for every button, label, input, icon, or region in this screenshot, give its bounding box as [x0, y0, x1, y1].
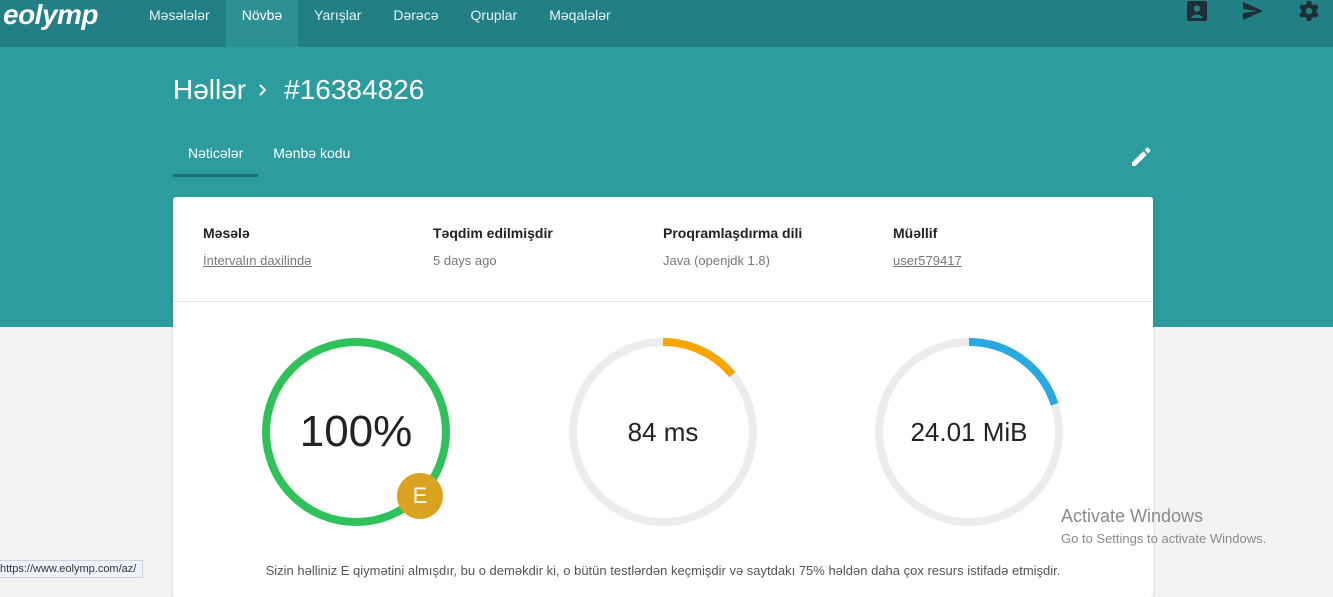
- tab-source-code[interactable]: Mənbə kodu: [258, 137, 365, 177]
- info-problem: Məsələ İntervalın daxilində: [203, 225, 423, 268]
- account-box-icon[interactable]: [1185, 0, 1209, 24]
- nav-item-groups[interactable]: Qruplar: [455, 0, 534, 47]
- memory-value: 24.01 MiB: [910, 416, 1028, 447]
- pencil-icon[interactable]: [1129, 145, 1153, 169]
- submission-tabs: Nəticələr Mənbə kodu: [173, 137, 365, 177]
- breadcrumb: Həllər #16384826: [173, 74, 424, 106]
- nav-item-ranking[interactable]: Dərəcə: [377, 0, 454, 47]
- info-author: Müəllif user579417: [893, 225, 1113, 268]
- tab-results[interactable]: Nəticələr: [173, 137, 259, 177]
- gear-icon[interactable]: [1297, 0, 1321, 24]
- info-language: Proqramlaşdırma dili Java (openjdk 1.8): [663, 225, 883, 268]
- author-link[interactable]: user579417: [893, 253, 1113, 268]
- submitted-time: 5 days ago: [433, 253, 497, 268]
- send-icon[interactable]: [1241, 0, 1265, 24]
- memory-gauge: 24.01 MiB: [871, 334, 1067, 530]
- submission-info: Məsələ İntervalın daxilində Təqdim edilm…: [173, 197, 1153, 302]
- info-submitted-label: Təqdim edilmişdir: [433, 225, 553, 241]
- info-language-label: Proqramlaşdırma dili: [663, 225, 803, 241]
- submission-card: Məsələ İntervalın daxilində Təqdim edilm…: [173, 197, 1153, 597]
- problem-link[interactable]: İntervalın daxilində: [203, 253, 423, 268]
- grade-badge: E: [397, 473, 443, 519]
- time-value: 84 ms: [627, 416, 699, 447]
- nav-item-contests[interactable]: Yarışlar: [298, 0, 377, 47]
- windows-activation-watermark: Activate Windows Go to Settings to activ…: [1061, 506, 1266, 546]
- top-navbar: eolymp Məsələlər Növbə Yarışlar Dərəcə Q…: [0, 0, 1333, 47]
- breadcrumb-current: #16384826: [284, 74, 425, 105]
- status-bar-url: https://www.eolymp.com/az/: [0, 560, 144, 578]
- info-submitted: Təqdim edilmişdir 5 days ago: [433, 225, 653, 268]
- nav-item-problems[interactable]: Məsələlər: [133, 0, 226, 47]
- nav-item-queue[interactable]: Növbə: [225, 0, 299, 47]
- site-logo[interactable]: eolymp: [0, 0, 133, 47]
- main-nav: Məsələlər Növbə Yarışlar Dərəcə Qruplar …: [133, 0, 627, 47]
- breadcrumb-parent[interactable]: Həllər: [173, 74, 246, 106]
- nav-item-articles[interactable]: Məqalələr: [533, 0, 626, 47]
- time-gauge: 84 ms: [565, 334, 761, 530]
- info-problem-label: Məsələ: [203, 225, 250, 241]
- language-value: Java (openjdk 1.8): [663, 253, 770, 268]
- chevron-right-icon: [259, 84, 267, 96]
- info-author-label: Müəllif: [893, 225, 938, 241]
- watermark-subtitle: Go to Settings to activate Windows.: [1061, 531, 1267, 546]
- watermark-title: Activate Windows: [1061, 506, 1204, 526]
